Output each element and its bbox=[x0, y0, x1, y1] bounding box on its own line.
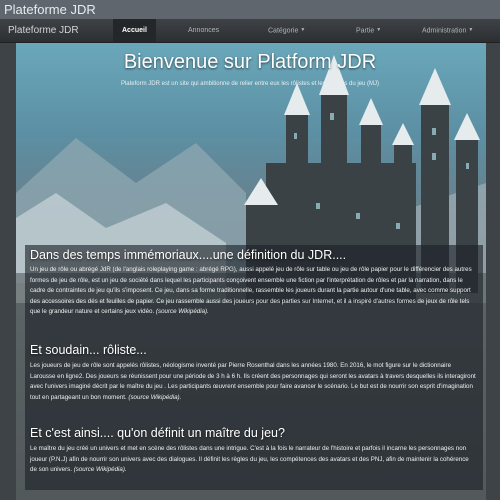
section-text: Un jeu de rôle ou abrégé JdR (de l'angla… bbox=[30, 265, 477, 318]
window-title: Plateforme JDR bbox=[0, 0, 500, 19]
left-gutter bbox=[0, 43, 16, 500]
nav-item-label: Accueil bbox=[122, 27, 147, 34]
nav-item-accueil[interactable]: Accueil bbox=[113, 19, 156, 42]
section-title: Et soudain... rôliste... bbox=[30, 343, 147, 357]
nav-item-label: Catégorie bbox=[268, 27, 299, 35]
caret-down-icon: ▼ bbox=[300, 27, 306, 33]
section-text: Le maître du jeu créé un univers et met … bbox=[30, 444, 477, 476]
caret-down-icon: ▼ bbox=[468, 27, 474, 33]
nav-item-label: Administration bbox=[422, 27, 467, 35]
section-body: Les joueurs de jeu de rôle sont appelés … bbox=[30, 362, 476, 401]
hero-subtitle: Plateform JDR est un site qui ambitionne… bbox=[120, 81, 380, 87]
section-title: Et c'est ainsi.... qu'on définit un maît… bbox=[30, 426, 285, 440]
nav-item-label: Partie bbox=[356, 27, 375, 35]
navbar-brand[interactable]: Plateforme JDR bbox=[8, 19, 79, 42]
nav-item-administration[interactable]: Administration ▼ bbox=[422, 19, 473, 42]
section-text: Les joueurs de jeu de rôle sont appelés … bbox=[30, 361, 477, 403]
nav-item-annonces[interactable]: Annonces bbox=[188, 19, 219, 42]
navbar: Plateforme JDR Accueil Annonces Catégori… bbox=[0, 19, 500, 43]
section-title: Dans des temps immémoriaux....une défini… bbox=[30, 248, 347, 262]
hero-title: Bienvenue sur Platform JDR bbox=[123, 51, 377, 73]
nav-item-label: Annonces bbox=[188, 27, 220, 34]
section-source: (source Wikipédia). bbox=[128, 393, 182, 401]
section-body: Un jeu de rôle ou abrégé JdR (de l'angla… bbox=[30, 266, 472, 315]
section-source: (source Wikipédia). bbox=[73, 466, 127, 473]
caret-down-icon: ▼ bbox=[376, 27, 382, 33]
nav-item-partie[interactable]: Partie ▼ bbox=[356, 19, 381, 42]
section-source: (source Wikipédia). bbox=[155, 308, 209, 315]
right-gutter bbox=[486, 43, 500, 500]
nav-item-categorie[interactable]: Catégorie ▼ bbox=[268, 19, 305, 42]
